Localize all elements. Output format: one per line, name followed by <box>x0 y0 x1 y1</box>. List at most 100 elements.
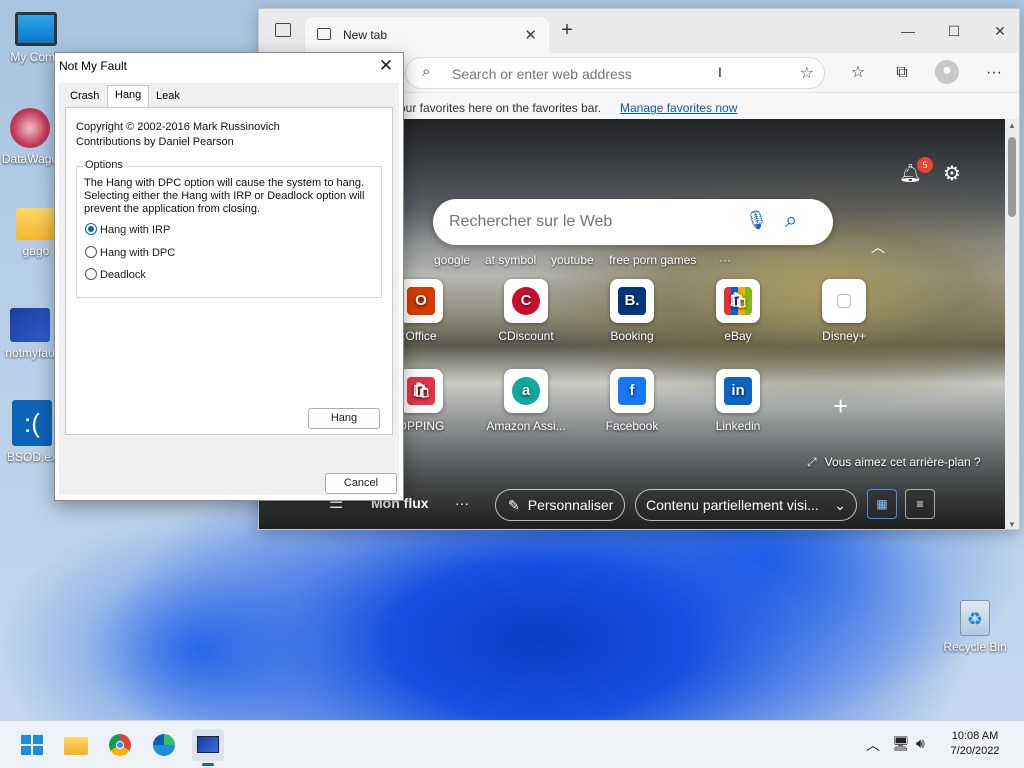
tab-strip: New tab ✕ + — ☐ ✕ <box>259 9 1019 53</box>
web-search-box[interactable]: 🎙︎ ⌕ <box>433 199 833 245</box>
address-input[interactable] <box>452 64 752 84</box>
quick-link-youtube[interactable]: youtube <box>551 253 594 267</box>
new-tab-favicon-icon <box>317 28 331 40</box>
contributions-text: Contributions by Daniel Pearson <box>76 136 234 148</box>
minimize-button[interactable]: — <box>885 17 931 45</box>
linkedin-icon: in <box>724 377 752 405</box>
file-explorer-taskbar-button[interactable] <box>60 729 92 761</box>
list-layout-button[interactable]: ≡ <box>905 489 935 519</box>
favorites-icon[interactable]: ☆ <box>847 62 869 84</box>
radio-deadlock[interactable]: Deadlock <box>85 268 146 281</box>
close-tab-icon[interactable]: ✕ <box>524 26 537 44</box>
show-hidden-icons-chevron-icon[interactable]: ︿ <box>866 735 880 755</box>
tile-label: CDiscount <box>498 329 554 343</box>
grid-icon: ▦ <box>876 497 888 511</box>
add-favorite-icon[interactable]: ☆ <box>800 63 814 83</box>
tile-booking[interactable]: B. Booking <box>587 279 677 343</box>
chevron-down-icon: ⌄ <box>834 497 846 513</box>
quick-links-more[interactable]: ··· <box>719 253 731 267</box>
folder-icon <box>64 737 88 755</box>
tile-cdiscount[interactable]: C CDiscount <box>481 279 571 343</box>
tile-ebay[interactable]: 🛍 eBay <box>693 279 783 343</box>
background-question-text: Vous aimez cet arrière-plan ? <box>824 455 981 469</box>
volume-icon[interactable]: 🔊︎ <box>916 735 925 752</box>
notmyfault-icon <box>10 308 50 342</box>
recycle-bin-icon: ♻ <box>960 600 990 636</box>
web-search-input[interactable] <box>449 211 739 233</box>
feed-more-icon[interactable]: ··· <box>455 495 469 511</box>
dialog-close-icon[interactable]: ✕ <box>375 55 397 77</box>
options-legend: Options <box>83 159 125 171</box>
background-feedback[interactable]: ⤢ Vous aimez cet arrière-plan ? <box>807 455 981 470</box>
tab-crash[interactable]: Crash <box>63 87 106 107</box>
desktop-icon-notmyfault[interactable]: notmyfau <box>0 308 62 360</box>
folder-icon <box>16 208 56 240</box>
desktop-icon-datawago[interactable]: DataWago <box>0 108 62 166</box>
desktop-icon-recycle-bin[interactable]: ♻ Recycle Bin <box>942 600 1008 654</box>
tile-disney-plus[interactable]: Disney+ <box>799 279 889 343</box>
amazon-assistant-icon: a <box>512 377 540 405</box>
profile-avatar-icon[interactable]: ● <box>935 60 959 84</box>
close-window-button[interactable]: ✕ <box>977 17 1019 45</box>
not-my-fault-dialog: Not My Fault ✕ Crash Hang Leak Copyright… <box>54 52 404 501</box>
network-icon[interactable]: 🖥︎ <box>892 735 910 752</box>
content-select-label: Contenu partiellement visi... <box>646 497 819 513</box>
radio-hang-with-irp[interactable]: Hang with IRP <box>85 223 170 236</box>
list-icon: ≡ <box>916 497 924 511</box>
quick-link-free-games[interactable]: free porn games <box>609 253 696 267</box>
content-visibility-dropdown[interactable]: Contenu partiellement visi... ⌄ <box>635 489 857 521</box>
radio-hang-with-dpc[interactable]: Hang with DPC <box>85 246 175 259</box>
maximize-button[interactable]: ☐ <box>931 17 977 45</box>
more-menu-icon[interactable]: ··· <box>983 62 1005 84</box>
edge-taskbar-button[interactable] <box>148 729 180 761</box>
settings-gear-icon[interactable]: ⚙ <box>943 161 961 186</box>
tile-linkedin[interactable]: in Linkedin <box>693 369 783 433</box>
system-clock[interactable]: 10:08 AM 7/20/2022 <box>940 729 1010 759</box>
add-tile-button[interactable]: + <box>833 391 848 422</box>
booking-icon: B. <box>618 287 646 315</box>
collapse-chevron-icon[interactable]: ︿ <box>871 237 885 257</box>
radio-label: Deadlock <box>100 269 146 281</box>
search-icon[interactable]: ⌕ <box>785 207 797 233</box>
windows-logo-icon <box>21 735 43 755</box>
tab-leak[interactable]: Leak <box>149 87 187 107</box>
tile-label: eBay <box>724 329 752 343</box>
microphone-icon[interactable]: 🎙︎ <box>745 210 768 231</box>
scroll-down-arrow-icon[interactable]: ▼ <box>1008 520 1016 529</box>
dialog-titlebar[interactable]: Not My Fault ✕ <box>55 53 403 81</box>
manage-favorites-link[interactable]: Manage favorites now <box>620 101 737 115</box>
tile-icon-box: a <box>504 369 548 413</box>
new-tab-button[interactable]: + <box>555 19 579 42</box>
broken-image-icon <box>837 294 851 308</box>
quick-link-google[interactable]: google <box>434 253 470 267</box>
collections-icon[interactable]: ⧉ <box>891 62 913 84</box>
page-scrollbar[interactable]: ▲ ▼ <box>1005 119 1019 529</box>
scrollbar-thumb[interactable] <box>1008 137 1016 217</box>
taskbar: ︿ 🖥︎ 🔊︎ 10:08 AM 7/20/2022 <box>0 720 1024 768</box>
pencil-icon: ✎ <box>508 497 520 513</box>
cancel-button[interactable]: Cancel <box>325 473 397 494</box>
tab-new-tab[interactable]: New tab ✕ <box>305 17 549 53</box>
desktop-icon-label: Recycle Bin <box>943 640 1007 654</box>
dialog-body: Crash Hang Leak Copyright © 2002-2016 Ma… <box>59 83 399 495</box>
hang-button[interactable]: Hang <box>308 408 380 429</box>
tile-icon-box: in <box>716 369 760 413</box>
active-app-indicator <box>202 763 214 766</box>
tab-actions-icon[interactable] <box>275 23 291 37</box>
grid-layout-button[interactable]: ▦ <box>867 489 897 519</box>
address-bar[interactable]: ⌕ I ☆ <box>405 57 825 89</box>
notmyfault-taskbar-button[interactable] <box>192 729 224 766</box>
chrome-taskbar-button[interactable] <box>104 729 136 761</box>
quick-link-at-symbol[interactable]: at symbol <box>485 253 536 267</box>
tile-icon-box: B. <box>610 279 654 323</box>
tile-icon-box <box>822 279 866 323</box>
tab-hang[interactable]: Hang <box>107 85 150 108</box>
options-description: The Hang with DPC option will cause the … <box>84 177 365 215</box>
scroll-up-arrow-icon[interactable]: ▲ <box>1008 121 1016 130</box>
tile-icon-box: f <box>610 369 654 413</box>
clock-time: 10:08 AM <box>951 730 999 742</box>
tile-amazon-assistant[interactable]: a Amazon Assi... <box>481 369 571 433</box>
personalize-button[interactable]: ✎ Personnaliser <box>495 489 625 521</box>
start-button[interactable] <box>16 729 48 761</box>
tile-facebook[interactable]: f Facebook <box>587 369 677 433</box>
